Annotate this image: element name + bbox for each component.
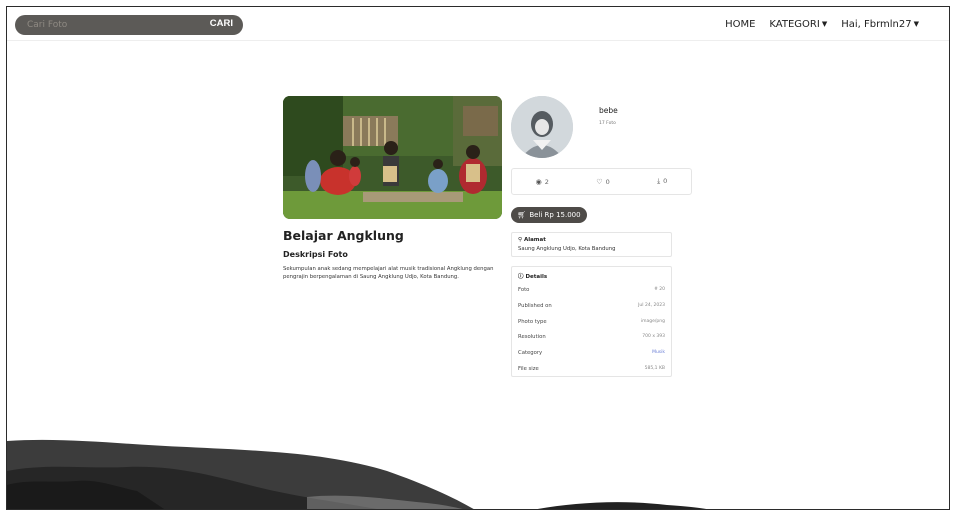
detail-value: image/png — [640, 319, 665, 324]
detail-row: Published on Jul 24, 2023 — [518, 303, 665, 313]
detail-key: File size — [518, 366, 539, 372]
heart-icon: ♡ — [596, 177, 603, 186]
views-count: 2 — [544, 177, 549, 186]
detail-row: Foto # 20 — [518, 287, 665, 297]
detail-row: Photo type image/png — [518, 319, 665, 329]
uploader-name[interactable]: bebe — [599, 106, 618, 115]
detail-row: File size 585,1 KB — [518, 366, 665, 376]
nav-kategori-label: KATEGORI — [769, 19, 820, 30]
details-card: ⓘ Details Foto # 20 Published on Jul 24, 2… — [511, 266, 672, 377]
views-stat: ◉ 2 — [536, 178, 549, 186]
nav-home[interactable]: HOME — [725, 19, 755, 30]
photo-title: Belajar Angklung — [283, 228, 404, 243]
mountain-footer — [7, 439, 707, 509]
downloads-count: 0 — [663, 177, 668, 185]
detail-key: Foto — [518, 287, 530, 293]
navbar: CARI HOME KATEGORI▼ Hai, Fbrmln27▼ — [7, 7, 949, 41]
search-button[interactable]: CARI — [210, 18, 233, 29]
search-bar: CARI — [15, 15, 243, 35]
downloads-stat[interactable]: ⤓ 0 — [657, 177, 667, 186]
detail-row: Category Musik — [518, 350, 665, 360]
likes-count: 0 — [605, 177, 610, 186]
address-value: Saung Angklung Udjo, Kota Bandung — [518, 246, 616, 252]
nav-kategori[interactable]: KATEGORI ▼ — [769, 19, 827, 30]
location-pin-icon: ⚲ — [518, 237, 523, 243]
eye-icon: ◉ — [535, 177, 542, 186]
buy-label: Beli Rp 15.000 — [529, 211, 581, 219]
nav-links: HOME KATEGORI ▼ Hai, Fbrmln27 ▼ — [725, 19, 919, 30]
detail-row: Resolution 700 x 393 — [518, 334, 665, 344]
cart-icon: 🛒︎ — [517, 211, 527, 219]
photo-image[interactable] — [283, 96, 502, 219]
detail-key: Published on — [518, 303, 552, 309]
address-heading: ⚲ Alamat — [518, 237, 546, 243]
caret-down-icon: ▼ — [821, 20, 828, 28]
nav-user-menu[interactable]: Hai, Fbrmln27 ▼ — [841, 19, 919, 30]
buy-button[interactable]: 🛒︎ Beli Rp 15.000 — [511, 207, 587, 223]
details-heading: ⓘ Details — [518, 272, 547, 280]
description-heading: Deskripsi Foto — [283, 250, 348, 259]
photo-description: Sekumpulan anak sedang mempelajari alat … — [283, 266, 494, 280]
info-icon: ⓘ — [518, 274, 524, 280]
stats-bar: ◉ 2 ♡ 0 ⤓ 0 — [511, 168, 692, 195]
category-link[interactable]: Musik — [652, 350, 665, 355]
detail-value: 700 x 393 — [642, 334, 665, 339]
details-heading-label: Details — [525, 274, 548, 280]
nav-user-label: Hai, Fbrmln27 — [841, 19, 912, 30]
detail-key: Resolution — [518, 334, 546, 340]
caret-down-icon: ▼ — [913, 20, 919, 28]
uploader-photo-count: 17 Foto — [599, 121, 616, 126]
angklung-photo — [283, 96, 502, 219]
address-heading-label: Alamat — [523, 237, 546, 243]
avatar[interactable] — [511, 96, 573, 158]
avatar-image — [511, 96, 573, 158]
detail-value: Jul 24, 2023 — [638, 303, 665, 308]
detail-value: 585,1 KB — [644, 366, 665, 371]
detail-key: Photo type — [518, 319, 547, 325]
download-icon: ⤓ — [657, 177, 661, 185]
browser-viewport: CARI HOME KATEGORI▼ Hai, Fbrmln27▼ — [6, 6, 950, 510]
likes-stat[interactable]: ♡ 0 — [596, 178, 609, 186]
detail-key: Category — [518, 350, 543, 356]
search-input[interactable] — [15, 20, 185, 30]
address-card: ⚲ Alamat Saung Angklung Udjo, Kota Bandu… — [511, 232, 672, 257]
detail-value: # 20 — [654, 287, 665, 292]
